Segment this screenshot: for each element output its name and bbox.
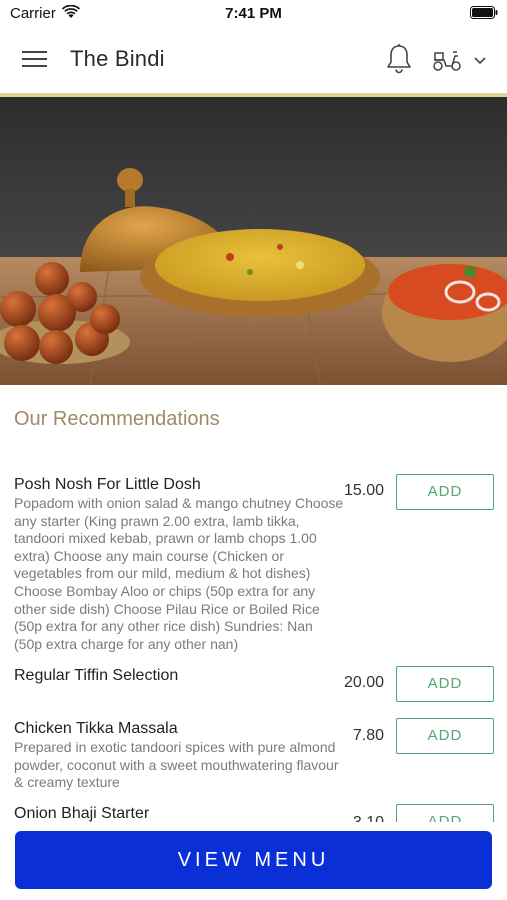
item-price: 3.10 bbox=[353, 814, 384, 822]
food-photo-icon bbox=[0, 97, 507, 385]
delivery-scooter-icon[interactable] bbox=[431, 48, 463, 72]
item-name: Regular Tiffin Selection bbox=[14, 667, 179, 684]
list-item: Regular Tiffin Selection 20.00 ADD bbox=[0, 660, 507, 712]
hamburger-menu-icon[interactable] bbox=[22, 49, 47, 69]
add-button[interactable]: ADD bbox=[396, 474, 494, 510]
battery-icon bbox=[470, 6, 498, 19]
hero-food-image bbox=[0, 97, 507, 385]
add-button[interactable]: ADD bbox=[396, 718, 494, 754]
item-price: 20.00 bbox=[343, 674, 384, 691]
add-button[interactable]: ADD bbox=[396, 666, 494, 702]
app-title: The Bindi bbox=[70, 46, 165, 71]
item-name: Onion Bhaji Starter bbox=[14, 805, 150, 822]
add-button[interactable]: ADD bbox=[396, 804, 494, 822]
view-menu-button[interactable]: VIEW MENU bbox=[15, 831, 492, 889]
item-name: Chicken Tikka Massala bbox=[14, 720, 178, 737]
recommendation-list: Posh Nosh For Little Dosh Popadom with o… bbox=[0, 470, 507, 822]
item-description: Popadom with onion salad & mango chutney… bbox=[14, 495, 344, 652]
status-bar: Carrier 7:41 PM bbox=[0, 0, 507, 27]
item-name: Posh Nosh For Little Dosh bbox=[14, 476, 201, 493]
app-header: The Bindi bbox=[0, 27, 507, 93]
item-description: Prepared in exotic tandoori spices with … bbox=[14, 739, 339, 791]
chevron-down-icon[interactable] bbox=[472, 54, 488, 66]
item-price: 7.80 bbox=[352, 727, 384, 744]
list-item: Onion Bhaji Starter 3.10 ADD bbox=[0, 800, 507, 822]
bell-icon[interactable] bbox=[385, 43, 413, 75]
list-item: Chicken Tikka Massala Prepared in exotic… bbox=[0, 712, 507, 800]
section-title: Our Recommendations bbox=[14, 408, 220, 430]
item-price: 15.00 bbox=[343, 482, 384, 499]
list-item: Posh Nosh For Little Dosh Popadom with o… bbox=[0, 470, 507, 660]
status-time: 7:41 PM bbox=[225, 5, 282, 22]
